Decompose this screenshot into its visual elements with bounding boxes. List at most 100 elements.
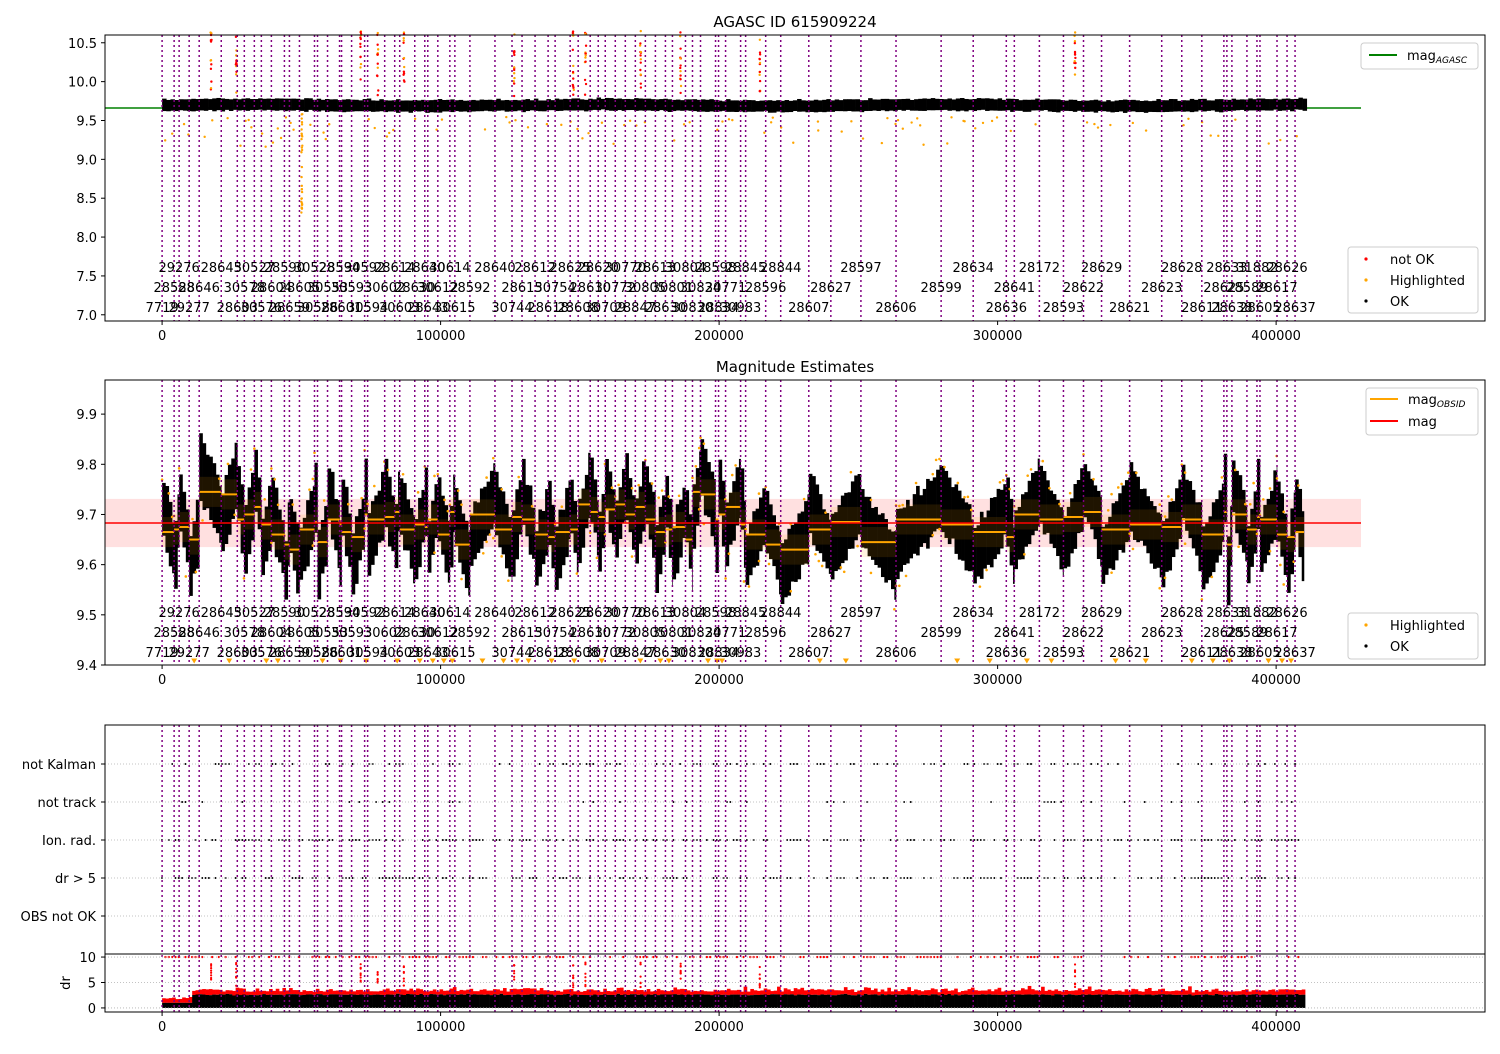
highlighted-point xyxy=(263,498,266,501)
not-ok-point xyxy=(376,48,380,51)
dr-ok-band xyxy=(309,994,313,1008)
ok-point-band xyxy=(538,100,543,112)
ok-point-band xyxy=(1022,99,1028,112)
not-ok-point xyxy=(584,60,587,63)
dr-not-ok-band xyxy=(292,990,297,995)
dr-not-ok-band xyxy=(556,990,561,995)
dr-ok-band xyxy=(496,994,500,1008)
ok-point-band xyxy=(675,99,681,111)
ok-point-band xyxy=(596,97,602,111)
flag-point xyxy=(1030,839,1033,841)
highlighted-point xyxy=(249,468,253,471)
dr-not-ok-band xyxy=(813,989,818,995)
ok-point-band xyxy=(571,98,576,111)
dr-not-ok-band xyxy=(479,989,484,995)
highlighted-point xyxy=(901,127,905,130)
flag-point xyxy=(471,839,474,841)
not-ok-point xyxy=(359,36,362,39)
flag-point xyxy=(943,839,946,841)
flag-point xyxy=(592,763,595,765)
highlighted-point xyxy=(1279,563,1282,567)
dr-not-ok-band xyxy=(352,991,357,995)
flag-point xyxy=(679,763,682,765)
ok-point-band xyxy=(1269,99,1274,111)
dr-ok-band xyxy=(192,994,196,1008)
dr-ok-band xyxy=(238,995,243,1008)
dr-not-ok-point xyxy=(359,963,362,966)
ok-point-band xyxy=(358,100,363,112)
dr-ok-band xyxy=(442,995,447,1008)
dr-ok-band xyxy=(462,994,467,1008)
highlighted-point xyxy=(956,481,960,485)
highlighted-point xyxy=(1096,126,1100,129)
dr-ok-band xyxy=(616,993,621,1008)
dr-not-ok-point xyxy=(501,955,505,959)
flag-point xyxy=(268,877,271,879)
ok-point-band xyxy=(625,98,631,111)
dr-ok-band xyxy=(1238,994,1242,1008)
obsid-label: 30615 xyxy=(434,646,475,661)
not-ok-point xyxy=(210,80,213,83)
dr-not-ok-band xyxy=(305,991,310,995)
dr-not-ok-band xyxy=(312,991,317,995)
y-tick-label: 9.7 xyxy=(76,508,97,523)
ok-point-band xyxy=(1281,98,1287,111)
ok-point-band xyxy=(203,98,209,111)
dr-not-ok-band xyxy=(880,989,885,995)
highlighted-point xyxy=(966,495,970,499)
highlighted-point xyxy=(416,491,420,494)
dr-not-ok-point xyxy=(639,963,642,966)
flag-point xyxy=(562,839,565,841)
dr-ok-band xyxy=(205,994,210,1008)
dr-not-ok-band xyxy=(499,990,504,994)
ok-point-band xyxy=(868,98,873,111)
dr-ok-band xyxy=(1288,994,1293,1008)
dr-ok-band xyxy=(640,994,644,1008)
dr-ok-band xyxy=(1007,994,1012,1008)
obsid-label: 29277 xyxy=(168,646,209,661)
dr-ok-band xyxy=(599,994,604,1008)
not-ok-point xyxy=(639,86,643,89)
flag-point xyxy=(739,877,742,879)
dr-not-ok-band xyxy=(1184,990,1189,995)
ok-point-band xyxy=(692,99,698,112)
dr-ok-band xyxy=(887,994,891,1008)
dr-not-ok-band xyxy=(957,992,962,996)
highlighted-point xyxy=(500,487,503,491)
ok-point-band xyxy=(279,98,284,111)
flag-point xyxy=(471,877,474,879)
highlighted-point xyxy=(628,119,632,122)
not-ok-point xyxy=(512,68,516,72)
highlighted-point xyxy=(587,132,590,135)
ok-point-band xyxy=(1264,99,1270,111)
obsid-label: 28599 xyxy=(920,626,961,641)
dr-not-ok-band xyxy=(1044,990,1049,995)
dr-not-ok-point xyxy=(376,971,379,974)
dr-not-ok-band xyxy=(168,998,173,1003)
highlighted-point xyxy=(1262,498,1265,501)
ok-point-band xyxy=(947,98,952,111)
dr-ok-band xyxy=(1021,994,1025,1008)
flag-point xyxy=(1030,763,1033,765)
dr-not-ok-band xyxy=(917,990,922,996)
dr-ok-band xyxy=(803,995,808,1008)
not-ok-point xyxy=(403,80,406,83)
not-ok-point xyxy=(639,68,642,72)
highlighted-point xyxy=(385,135,389,138)
highlighted-point xyxy=(242,577,246,580)
dr-not-ok-point xyxy=(402,984,405,987)
dr-ok-band xyxy=(1148,994,1152,1008)
dr-not-ok-band xyxy=(890,991,895,995)
obsid-label: 28626 xyxy=(1266,606,1307,621)
dr-not-ok-band xyxy=(1021,988,1025,995)
highlighted-point xyxy=(300,175,303,179)
dr-not-ok-band xyxy=(1000,991,1005,995)
highlighted-point xyxy=(300,165,304,169)
ok-point-band xyxy=(584,99,589,112)
flag-point xyxy=(1090,877,1093,879)
dr-not-ok-band xyxy=(1144,988,1149,995)
dr-not-ok-point xyxy=(584,983,587,987)
ok-point-band xyxy=(1072,99,1078,112)
not-ok-point xyxy=(572,64,575,68)
flag-point xyxy=(1177,839,1180,841)
